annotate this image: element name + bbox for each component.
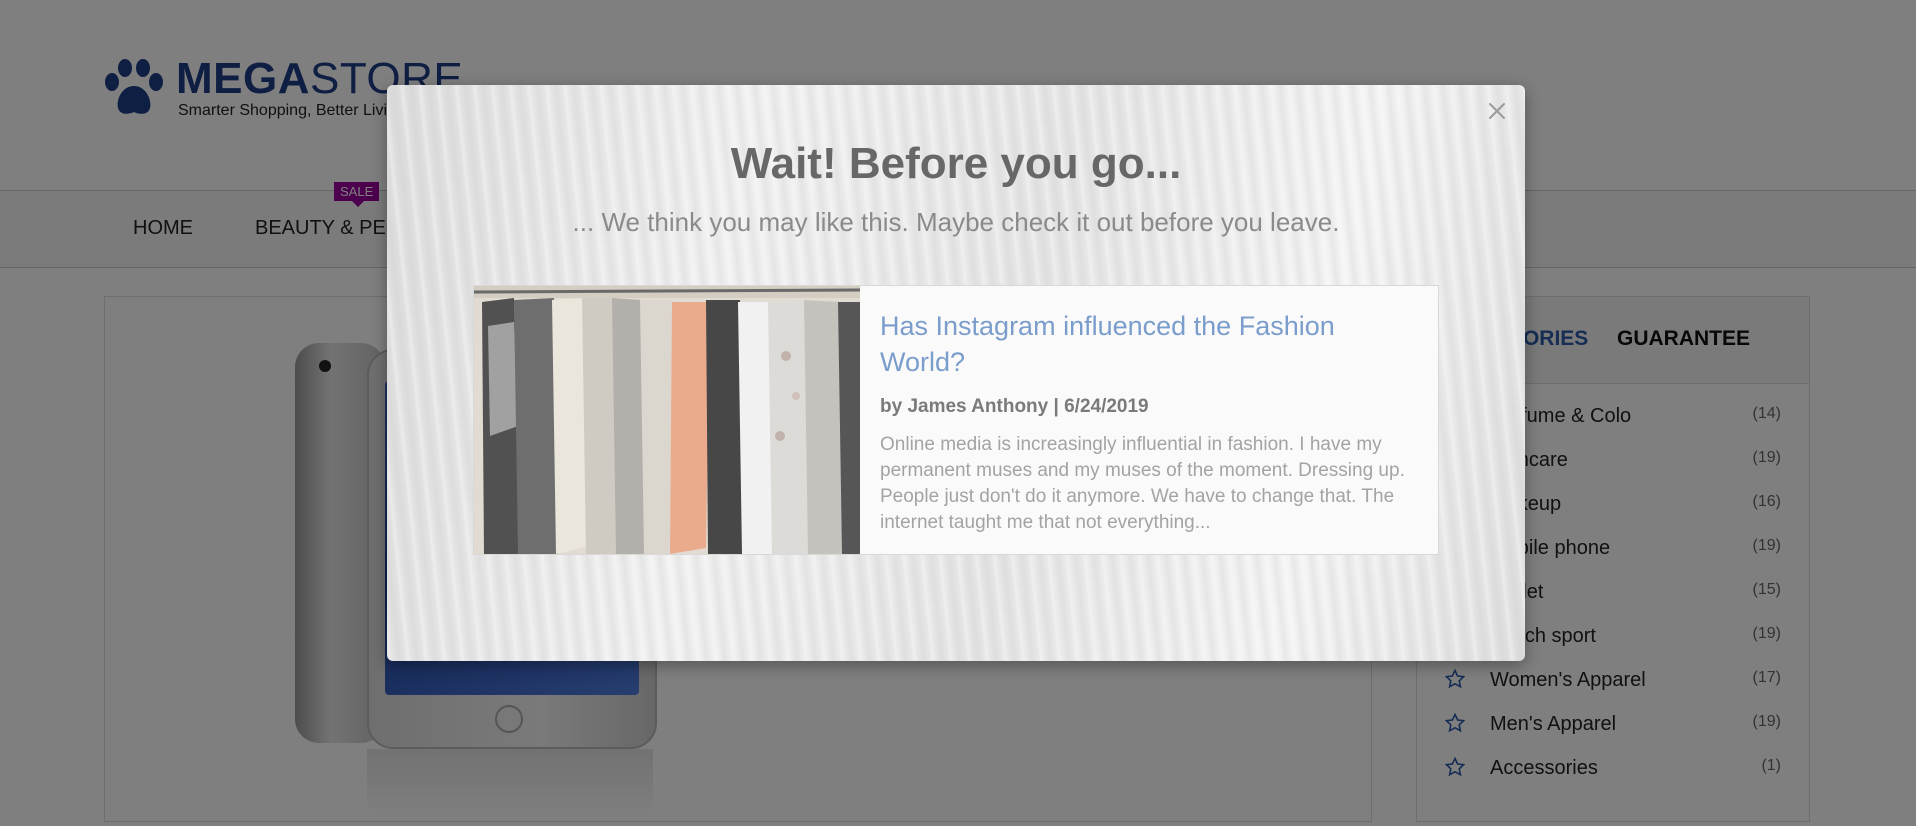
clothing-rack-image xyxy=(474,286,860,554)
modal-subtitle: ... We think you may like this. Maybe ch… xyxy=(572,207,1340,237)
post-title-link[interactable]: Has Instagram influenced the Fashion Wor… xyxy=(880,308,1420,380)
post-excerpt: Online media is increasingly influential… xyxy=(880,434,1405,533)
post-content: Has Instagram influenced the Fashion Wor… xyxy=(880,308,1420,536)
exit-intent-modal: Wait! Before you go... ... We think you … xyxy=(387,85,1525,661)
post-meta: by James Anthony | 6/24/2019 xyxy=(880,396,1149,417)
recommended-post-card[interactable]: Has Instagram influenced the Fashion Wor… xyxy=(473,285,1439,555)
close-icon[interactable] xyxy=(1483,97,1511,125)
store-page: MEGASTORE Smarter Shopping, Better Livin… xyxy=(0,0,1916,826)
modal-title: Wait! Before you go... xyxy=(730,139,1182,188)
